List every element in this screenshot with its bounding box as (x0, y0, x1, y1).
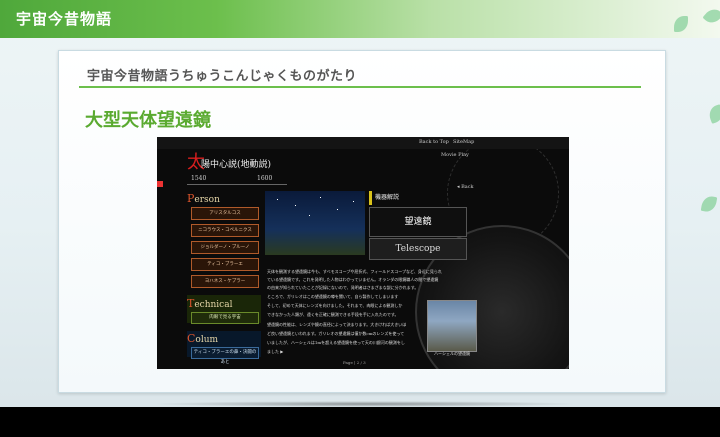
person-button[interactable]: ジョルダーノ・ブルーノ (191, 241, 259, 254)
shadow (150, 401, 580, 407)
section-label: erson (194, 195, 220, 205)
star (309, 215, 310, 216)
star (295, 205, 296, 206)
paragraph-line: ところで、ガリレオはこの望遠鏡の噂を聞いて、自ら製作してしまいます (267, 294, 399, 299)
page-subtitle: 宇宙今昔物語うちゅうこんじゃくものがたり (87, 69, 358, 84)
herschel-telescope-photo (427, 300, 477, 352)
movie-play-button[interactable]: Movie Play (441, 152, 469, 158)
machine-label: 機器解説 (375, 194, 400, 201)
machine-label-bar (369, 191, 372, 205)
side-marker (157, 181, 163, 187)
paragraph-line: ている望遠鏡です。これを発明した人物はわかっていません。オランダの眼鏡職人の間で… (267, 277, 439, 282)
section-person: Person (187, 192, 220, 205)
paragraph-line: ど良い望遠鏡といわれます。ガリレオの望遠鏡は僅か数cmのレンズを使って (267, 331, 405, 336)
nav-sitemap[interactable]: SiteMap (453, 139, 474, 145)
app-title: 宇宙今昔物語 (16, 10, 113, 28)
embedded-screenshot: Back to Top SiteMap Movie Play ◂ Back 太 … (157, 137, 569, 369)
paragraph-line: 望遠鏡の性能は、レンズや鏡の直径によって決まります。大きければ大きいほ (267, 322, 407, 327)
section-label: echnical (194, 300, 233, 310)
section-label: olum (195, 335, 219, 345)
nav-back-to-top[interactable]: Back to Top (419, 139, 449, 145)
star (337, 209, 338, 210)
leaf-decoration-icon (706, 104, 720, 124)
leaf-decoration-icon (700, 194, 718, 214)
paragraph-line: 天体を観測する望遠鏡は今も、すべモスコープや屈折式、フィールドスコープなど、身近… (267, 269, 442, 274)
machine-title: 望遠鏡 (369, 207, 467, 237)
year-end: 1600 (257, 175, 273, 182)
paragraph-line: の由来が知られていたことが記録にないので、発明者はさまざまな説に分かれます。 (267, 285, 419, 290)
telescope-illustration (265, 191, 365, 255)
back-button[interactable]: ◂ Back (457, 184, 474, 190)
photo-caption: ハーシェルの望遠鏡 (434, 351, 470, 356)
paragraph-line: そして、初めて天体にレンズを向けました。それまで、肉眼による観測しか (267, 303, 403, 308)
embedded-topbar (157, 137, 569, 149)
star (320, 197, 321, 198)
pager[interactable]: Page | 2 / 3 (343, 360, 366, 365)
app-stage: 宇宙今昔物語 宇宙今昔物語うちゅうこんじゃくものがたり 大型天体望遠鏡 Back… (0, 0, 720, 407)
person-button[interactable]: ヨハネス・ケプラー (191, 275, 259, 288)
content-panel: 宇宙今昔物語うちゅうこんじゃくものがたり 大型天体望遠鏡 Back to Top… (58, 50, 666, 393)
paragraph-line[interactable]: ました ▶ (267, 349, 283, 355)
divider (79, 86, 641, 88)
page-title: 大型天体望遠鏡 (85, 110, 211, 131)
star (353, 201, 354, 202)
embedded-title: 陽中心説(地動説) (201, 160, 272, 170)
person-button[interactable]: アリスタルコス (191, 207, 259, 220)
person-button[interactable]: ニコラウス・コペルニクス (191, 224, 259, 237)
person-button[interactable]: ティコ・ブラーエ (191, 258, 259, 271)
paragraph-line: いましたが、ハーシェルは1mを超える望遠鏡を使って天の川銀河の観測をし (267, 340, 405, 345)
section-colum: Colum (187, 332, 218, 345)
machine-subtitle: Telescope (369, 238, 467, 260)
colum-button[interactable]: ティコ・ブラーエの鼻・決闘のあと (191, 347, 259, 365)
paragraph-line: できなかった人類が、遠くを正確に観測できる手段を手に入れたのです。 (267, 312, 399, 317)
year-start: 1540 (191, 175, 207, 182)
timeline-line (187, 184, 287, 185)
technical-button[interactable]: 肉眼で見る宇宙 (191, 312, 259, 324)
star (277, 199, 278, 200)
section-technical: Technical (187, 297, 232, 310)
app-header: 宇宙今昔物語 (0, 0, 720, 38)
